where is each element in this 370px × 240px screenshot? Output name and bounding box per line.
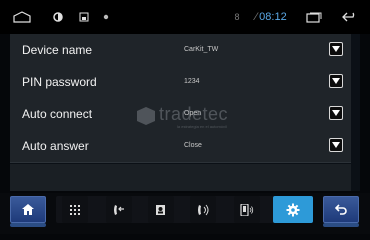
- gear-icon: [286, 203, 300, 216]
- home-button[interactable]: [10, 196, 46, 223]
- setting-value: CarKit_TW: [184, 46, 219, 53]
- bluetooth-indicator: 8: [234, 12, 240, 22]
- chevron-down-icon: [332, 110, 340, 116]
- home-glow: [10, 223, 46, 227]
- chevron-down-icon: [332, 78, 340, 84]
- empty-row: [10, 164, 351, 191]
- setting-label: Device name: [22, 43, 93, 57]
- phone-settings-button[interactable]: [234, 196, 260, 223]
- keypad-button[interactable]: [62, 196, 88, 223]
- contacts-icon: [156, 204, 165, 215]
- dropdown-button[interactable]: [329, 42, 343, 56]
- circle-icon: [52, 0, 64, 34]
- image-icon: [78, 0, 90, 34]
- setting-value: Close: [184, 142, 202, 149]
- time-text: 08:12: [259, 11, 287, 23]
- back-glow: [323, 223, 359, 227]
- dropdown-button[interactable]: [329, 74, 343, 88]
- setting-value: 1234: [184, 78, 200, 85]
- dropdown-button[interactable]: [329, 138, 343, 152]
- call-log-button[interactable]: [106, 196, 132, 223]
- call-log-icon: [114, 204, 124, 215]
- bottom-nav-bar: [0, 193, 370, 234]
- chevron-down-icon: [332, 46, 340, 52]
- contacts-button[interactable]: [148, 196, 174, 223]
- setting-row-auto-answer[interactable]: Auto answer Close: [10, 130, 351, 163]
- setting-row-auto-connect[interactable]: Auto connect Open: [10, 98, 351, 131]
- home-icon: [22, 204, 34, 215]
- status-bar: 8 ⁄ 08:12: [0, 0, 370, 34]
- keypad-icon: [70, 204, 80, 215]
- setting-label: Auto answer: [22, 139, 89, 153]
- setting-value: Open: [184, 110, 202, 117]
- back-icon: [335, 204, 347, 215]
- setting-label: PIN password: [22, 75, 97, 89]
- back-button[interactable]: [323, 196, 359, 223]
- back-arrow-icon[interactable]: [338, 0, 362, 34]
- dropdown-button[interactable]: [329, 106, 343, 120]
- call-transfer-button[interactable]: [190, 196, 216, 223]
- phone-settings-icon: [240, 203, 254, 216]
- settings-button[interactable]: [273, 196, 313, 223]
- setting-row-device-name[interactable]: Device name CarKit_TW: [10, 34, 351, 67]
- dot-icon: [101, 0, 111, 34]
- home-outline-icon[interactable]: [10, 0, 34, 34]
- clock-time: ⁄ 08:12: [255, 11, 287, 23]
- setting-label: Auto connect: [22, 107, 93, 121]
- call-transfer-icon: [198, 204, 209, 215]
- setting-row-pin-password[interactable]: PIN password 1234: [10, 66, 351, 99]
- recent-apps-icon[interactable]: [304, 0, 324, 34]
- chevron-down-icon: [332, 142, 340, 148]
